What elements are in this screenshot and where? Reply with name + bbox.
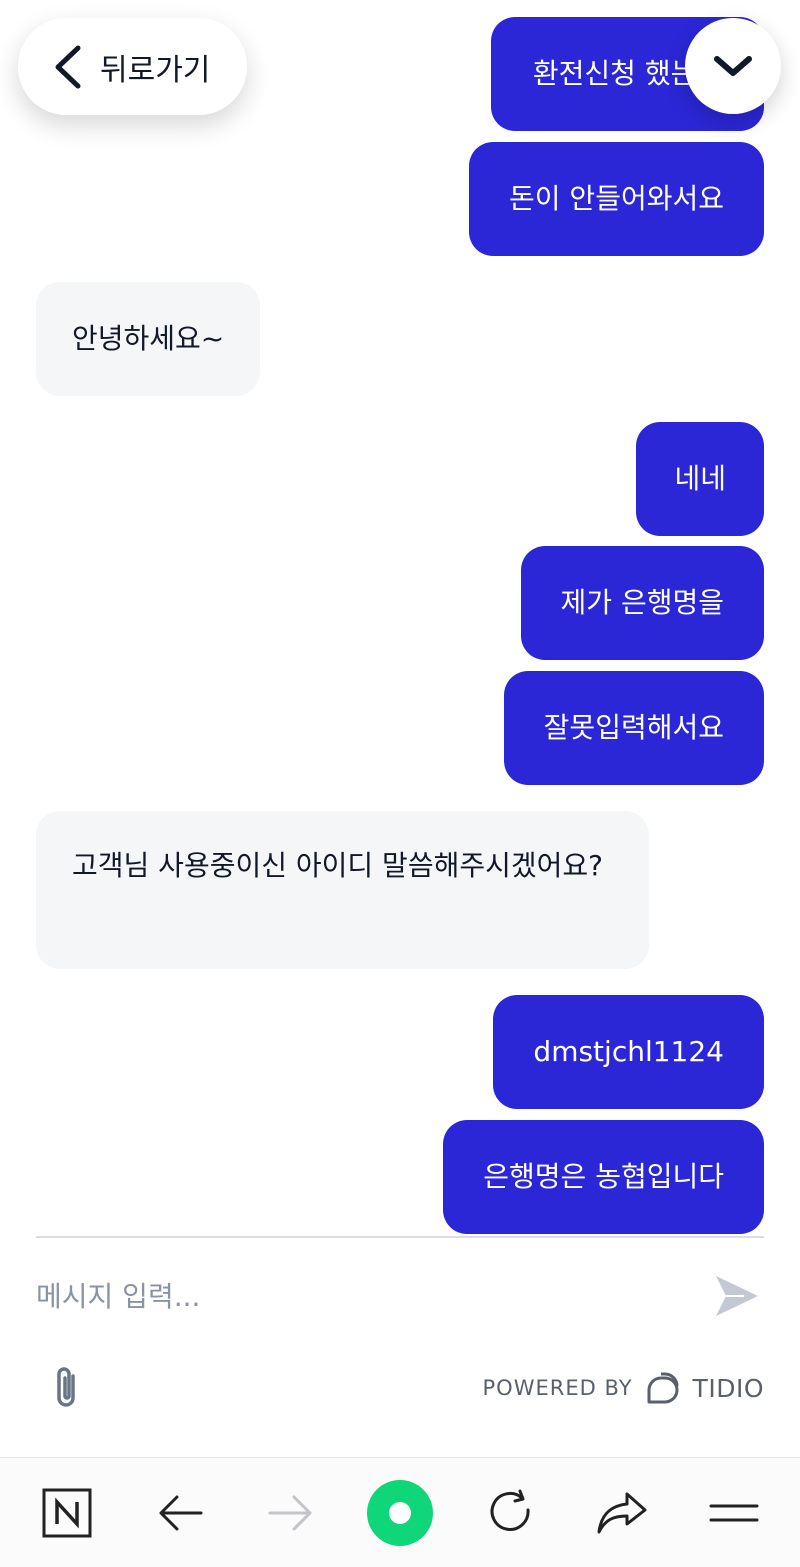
green-circle-icon — [367, 1480, 433, 1546]
chat-message-list[interactable]: 환전신청 했는데 돈이 안들어와서요 안녕하세요~ 네네 제가 은행명을 잘못입… — [0, 0, 800, 1237]
message-outgoing: 잘못입력해서요 — [503, 671, 764, 785]
browser-toolbar — [0, 1457, 800, 1567]
back-button[interactable]: 뒤로가기 — [18, 18, 247, 115]
message-outgoing: 돈이 안들어와서요 — [469, 142, 764, 256]
message-outgoing: 제가 은행명을 — [520, 546, 764, 660]
arrow-right-icon — [268, 1495, 312, 1531]
refresh-icon — [490, 1489, 530, 1531]
naver-home-button[interactable] — [40, 1458, 94, 1567]
scroll-to-bottom-button[interactable] — [685, 18, 781, 114]
chevron-down-icon — [714, 56, 752, 76]
browser-back-button[interactable] — [155, 1458, 205, 1567]
browser-reload-button[interactable] — [485, 1458, 537, 1567]
naver-n-icon — [42, 1488, 92, 1538]
message-input[interactable] — [36, 1268, 676, 1324]
share-icon — [597, 1492, 647, 1534]
browser-share-button[interactable] — [594, 1458, 650, 1567]
message-outgoing: 은행명은 농협입니다 — [443, 1120, 764, 1234]
browser-menu-button[interactable] — [708, 1458, 760, 1567]
powered-by-label: POWERED BY — [482, 1376, 633, 1400]
send-icon — [716, 1276, 758, 1316]
powered-by-tidio[interactable]: POWERED BY TIDIO — [483, 1366, 764, 1410]
message-outgoing: dmstjchl1124 — [493, 995, 764, 1109]
send-button[interactable] — [712, 1272, 762, 1320]
tidio-logo-icon — [647, 1372, 679, 1404]
paperclip-icon — [57, 1367, 75, 1407]
back-button-label: 뒤로가기 — [100, 52, 211, 88]
chevron-left-icon — [55, 45, 81, 88]
browser-green-button[interactable] — [366, 1458, 434, 1567]
message-incoming: 안녕하세요~ — [36, 282, 261, 396]
message-incoming: 고객님 사용중이신 아이디 말씀해주시겠어요? — [36, 811, 649, 969]
hamburger-menu-icon — [709, 1504, 759, 1522]
attach-file-button[interactable] — [48, 1364, 86, 1412]
tidio-brand-text: TIDIO — [692, 1373, 764, 1403]
browser-forward-button[interactable] — [266, 1458, 316, 1567]
composer-divider — [36, 1236, 764, 1238]
arrow-left-icon — [159, 1495, 203, 1531]
message-outgoing: 네네 — [636, 422, 764, 536]
